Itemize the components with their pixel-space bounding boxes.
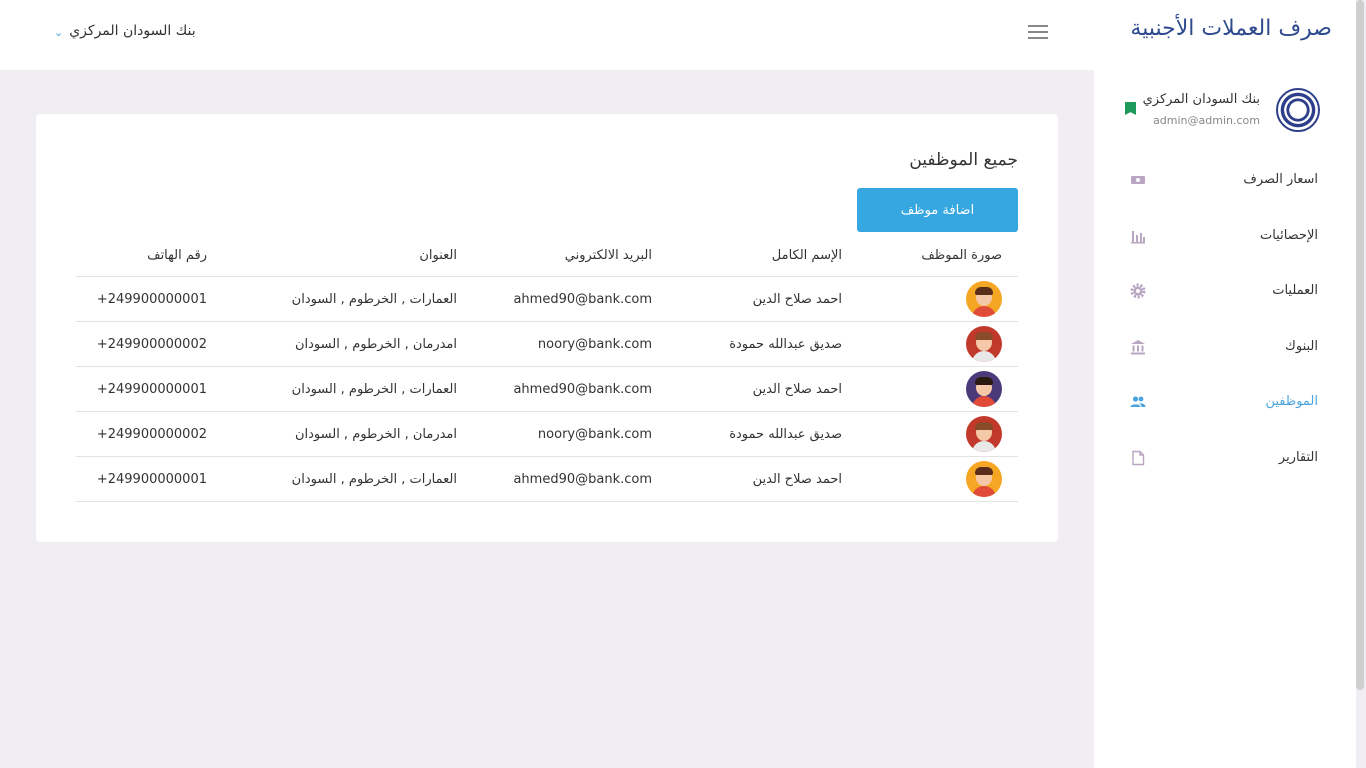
name-cell: صديق عبدالله حمودة: [652, 411, 842, 457]
column-header-email: البريد الالكتروني: [457, 234, 652, 277]
employee-avatar: [966, 326, 1002, 362]
page-title: جميع الموظفين: [909, 150, 1018, 170]
email-cell: noory@bank.com: [457, 321, 652, 367]
chevron-down-icon: ⌄: [54, 26, 64, 39]
user-profile: بنك السودان المركزي admin@admin.com: [1120, 88, 1320, 136]
sidebar-item-banks[interactable]: البنوك: [1094, 319, 1356, 375]
column-header-name: الإسم الكامل: [652, 234, 842, 277]
page-scrollbar[interactable]: [1356, 0, 1364, 690]
document-icon: [1132, 450, 1145, 465]
employee-avatar: [966, 281, 1002, 317]
table-row[interactable]: صديق عبدالله حمودة noory@bank.com امدرما…: [76, 321, 1018, 367]
employees-card: جميع الموظفين اضافة موظف صورة الموظف الإ…: [36, 114, 1058, 542]
gear-icon: [1130, 283, 1146, 299]
column-header-address: العنوان: [207, 234, 457, 277]
profile-name: بنك السودان المركزي: [1142, 92, 1260, 107]
verified-badge-icon: [1125, 102, 1136, 115]
table-row[interactable]: صديق عبدالله حمودة noory@bank.com امدرما…: [76, 411, 1018, 457]
account-dropdown[interactable]: بنك السودان المركزي ⌄: [54, 22, 196, 40]
table-row[interactable]: احمد صلاح الدين ahmed90@bank.com العمارا…: [76, 456, 1018, 502]
sidebar: صرف العملات الأجنبية بنك السودان المركزي…: [1094, 0, 1356, 768]
sidebar-item-exchange-rates[interactable]: اسعار الصرف: [1094, 152, 1356, 208]
phone-cell: 249900000002+: [76, 321, 207, 367]
money-icon: [1131, 176, 1145, 184]
sidebar-item-statistics[interactable]: الإحصائيات: [1094, 208, 1356, 264]
sidebar-item-operations[interactable]: العمليات: [1094, 263, 1356, 319]
email-cell: noory@bank.com: [457, 411, 652, 457]
add-employee-button[interactable]: اضافة موظف: [857, 188, 1018, 232]
name-cell: احمد صلاح الدين: [652, 276, 842, 322]
name-cell: احمد صلاح الدين: [652, 456, 842, 502]
sidebar-item-label: العمليات: [1272, 283, 1318, 298]
bank-icon: [1131, 339, 1145, 354]
employee-avatar: [966, 416, 1002, 452]
table-header-row: صورة الموظف الإسم الكامل البريد الالكترو…: [76, 234, 1018, 277]
photo-cell: [842, 411, 1018, 457]
photo-cell: [842, 321, 1018, 367]
address-cell: العمارات , الخرطوم , السودان: [207, 276, 457, 322]
bar-chart-icon: [1131, 230, 1145, 243]
sidebar-item-label: التقارير: [1278, 449, 1318, 465]
address-cell: امدرمان , الخرطوم , السودان: [207, 411, 457, 457]
table-row[interactable]: احمد صلاح الدين ahmed90@bank.com العمارا…: [76, 276, 1018, 322]
address-cell: العمارات , الخرطوم , السودان: [207, 456, 457, 502]
photo-cell: [842, 366, 1018, 412]
top-header: بنك السودان المركزي ⌄: [0, 0, 1094, 70]
sidebar-item-label: الموظفين: [1265, 394, 1318, 409]
name-cell: احمد صلاح الدين: [652, 366, 842, 412]
profile-email: admin@admin.com: [1153, 114, 1260, 127]
name-cell: صديق عبدالله حمودة: [652, 321, 842, 367]
people-icon: [1130, 396, 1146, 407]
phone-cell: 249900000002+: [76, 411, 207, 457]
email-cell: ahmed90@bank.com: [457, 366, 652, 412]
employee-avatar: [966, 371, 1002, 407]
employees-table: صورة الموظف الإسم الكامل البريد الالكترو…: [76, 234, 1018, 502]
sidebar-nav: اسعار الصرف الإحصائيات العمليات البنوك ا…: [1094, 152, 1356, 485]
column-header-photo: صورة الموظف: [842, 234, 1018, 277]
account-name: بنك السودان المركزي: [69, 22, 196, 39]
address-cell: العمارات , الخرطوم , السودان: [207, 366, 457, 412]
bank-logo-avatar: [1276, 88, 1320, 132]
hamburger-menu-icon[interactable]: [1028, 25, 1048, 41]
sidebar-item-label: اسعار الصرف: [1243, 172, 1318, 187]
sidebar-item-employees[interactable]: الموظفين: [1094, 374, 1356, 430]
photo-cell: [842, 276, 1018, 322]
sidebar-item-reports[interactable]: التقارير: [1094, 430, 1356, 486]
email-cell: ahmed90@bank.com: [457, 456, 652, 502]
sidebar-item-label: الإحصائيات: [1259, 227, 1318, 243]
photo-cell: [842, 456, 1018, 502]
email-cell: ahmed90@bank.com: [457, 276, 652, 322]
app-title: صرف العملات الأجنبية: [1130, 16, 1332, 41]
column-header-phone: رقم الهاتف: [76, 234, 207, 277]
phone-cell: 249900000001+: [76, 276, 207, 322]
sidebar-item-label: البنوك: [1285, 338, 1318, 354]
phone-cell: 249900000001+: [76, 366, 207, 412]
address-cell: امدرمان , الخرطوم , السودان: [207, 321, 457, 367]
employee-avatar: [966, 461, 1002, 497]
phone-cell: 249900000001+: [76, 456, 207, 502]
table-row[interactable]: احمد صلاح الدين ahmed90@bank.com العمارا…: [76, 366, 1018, 412]
